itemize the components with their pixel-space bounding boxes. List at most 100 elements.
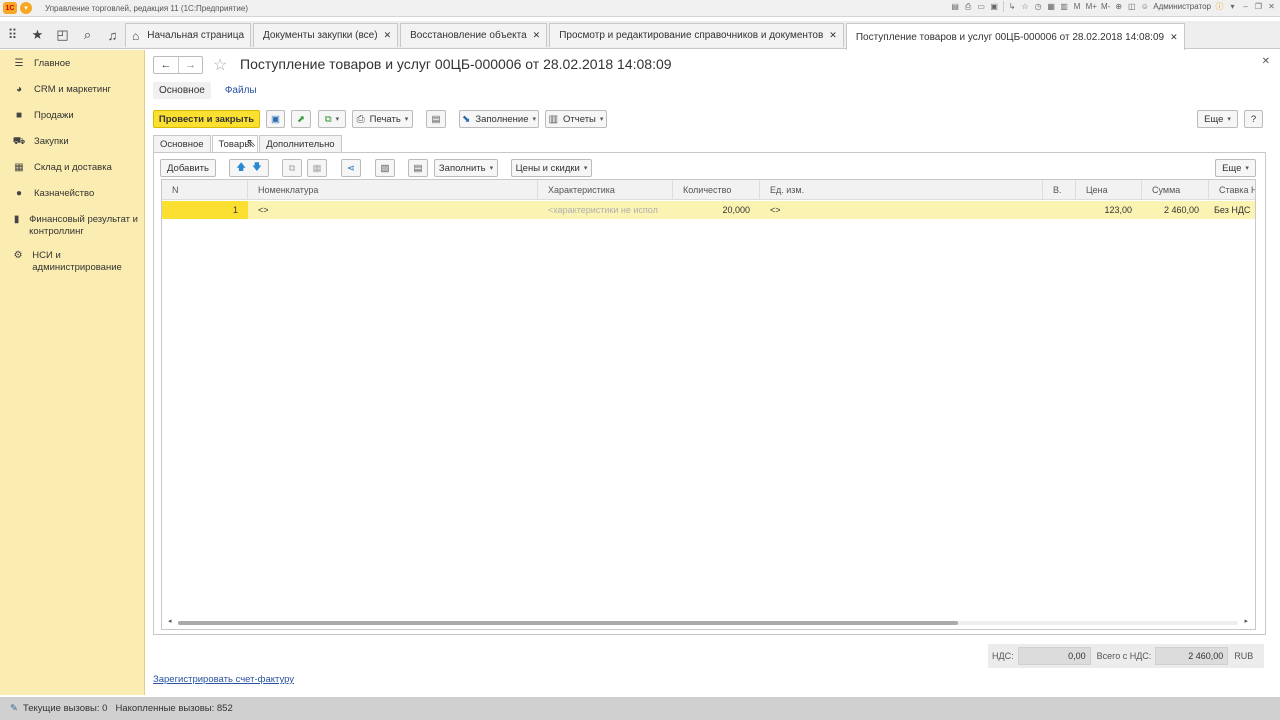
sidebar-item-sales[interactable]: ■ Продажи [0, 105, 144, 127]
tab-purchase-docs[interactable]: Документы закупки (все) ✕ [253, 23, 399, 47]
cell-sum[interactable]: 2 460,00 [1142, 201, 1209, 219]
print-icon[interactable]: ⎙ [964, 1, 973, 12]
copy-icon[interactable]: ⧉ [282, 159, 302, 177]
close-form-icon[interactable]: ✕ [1262, 56, 1270, 67]
memory-m-button[interactable]: M [1073, 1, 1082, 12]
col-characteristic[interactable]: Характеристика [538, 180, 673, 200]
minimize-icon[interactable]: – [1241, 1, 1250, 12]
sidebar-item-main[interactable]: ☰ Главное [0, 53, 144, 75]
save-icon[interactable]: ▣ [266, 110, 285, 128]
horizontal-scrollbar[interactable]: ◂ ▸ [168, 617, 1248, 626]
table-row[interactable]: 1 <> <характеристики не испол 20,000 <> … [162, 201, 1255, 219]
barcode-icon[interactable]: ▤ [408, 159, 428, 177]
print-button[interactable]: ⎙ Печать ▾ [352, 110, 413, 128]
save-icon[interactable]: ▣ [990, 1, 999, 12]
favorites-star-icon[interactable]: ★ [25, 21, 50, 49]
cell-v[interactable] [1043, 201, 1076, 219]
user-name[interactable]: Администратор [1153, 2, 1211, 11]
sidebar-item-warehouse[interactable]: ▦ Склад и доставка [0, 157, 144, 179]
close-tab-icon[interactable]: ✕ [384, 30, 392, 41]
memory-minus-button[interactable]: M- [1101, 1, 1110, 12]
split-icon[interactable]: ⋖ [341, 159, 361, 177]
close-icon[interactable]: ✕ [1267, 1, 1276, 12]
sidebar-item-purchases[interactable]: ⛟ Закупки [0, 131, 144, 153]
accumulated-calls: Накопленные вызовы: 852 [115, 703, 233, 714]
tab-restore-object[interactable]: Восстановление объекта ✕ [400, 23, 548, 47]
memory-plus-button[interactable]: M+ [1086, 1, 1097, 12]
favorite-star-icon[interactable]: ☆ [213, 55, 227, 75]
close-tab-icon[interactable]: ✕ [533, 30, 541, 41]
scroll-left-icon[interactable]: ◂ [168, 617, 172, 625]
cell-vat-rate[interactable]: Без НДС [1209, 201, 1255, 219]
close-tab-icon[interactable]: ✕ [1170, 32, 1178, 43]
scroll-right-icon[interactable]: ▸ [1244, 617, 1248, 625]
subtab-files[interactable]: Файлы [219, 82, 263, 99]
calendar-icon[interactable]: ▦ [1047, 1, 1056, 12]
tab-browse-edit[interactable]: Просмотр и редактирование справочников и… [549, 23, 844, 47]
create-based-on-button[interactable]: ⧉ ▾ [318, 110, 346, 128]
close-tab-icon[interactable]: ✕ [829, 30, 837, 41]
doc-icon[interactable]: ▤ [951, 1, 960, 12]
prices-discounts-button[interactable]: Цены и скидки ▾ [511, 159, 592, 177]
tab-home[interactable]: ⌂ Начальная страница [125, 23, 252, 47]
register-invoice-link[interactable]: Зарегистрировать счет-фактуру [153, 674, 294, 685]
col-sum[interactable]: Сумма [1142, 180, 1209, 200]
panels-icon[interactable]: ◫ [1127, 1, 1136, 12]
sidebar-item-treasury[interactable]: ● Казначейство [0, 183, 144, 205]
main-menu-button[interactable]: ▾ [20, 2, 32, 14]
paste-icon[interactable]: ▦ [307, 159, 327, 177]
move-up-down-buttons[interactable]: 🡅 🡇 [229, 159, 269, 177]
fill-button[interactable]: ⬊ Заполнение ▾ [459, 110, 539, 128]
subtab-main[interactable]: Основное [153, 82, 211, 99]
cell-characteristic[interactable]: <характеристики не испол [538, 201, 673, 219]
star-icon[interactable]: ☆ [1021, 1, 1030, 12]
reports-button[interactable]: ▥ Отчеты ▾ [545, 110, 607, 128]
help-button[interactable]: ? [1244, 110, 1263, 128]
cell-quantity[interactable]: 20,000 [673, 201, 760, 219]
sidebar-item-admin[interactable]: ⚙ НСИ и администрирование [0, 245, 144, 279]
col-n[interactable]: N [162, 180, 248, 200]
col-quantity[interactable]: Количество [673, 180, 760, 200]
window-title: Управление торговлей, редакция 11 (1С:Пр… [45, 3, 249, 13]
forward-arrow-icon[interactable]: → [178, 57, 202, 73]
movements-icon[interactable]: ▤ [426, 110, 446, 128]
back-arrow-icon[interactable]: ← [154, 57, 178, 73]
restore-icon[interactable]: ❐ [1254, 1, 1263, 12]
sidebar-item-crm[interactable]: ◕ CRM и маркетинг [0, 79, 144, 101]
zoom-icon[interactable]: ⊕ [1114, 1, 1123, 12]
sidebar-item-finance[interactable]: ▮ Финансовый результат и контроллинг [0, 209, 144, 243]
cell-unit[interactable]: <> [760, 201, 1043, 219]
history-icon[interactable]: ◰ [50, 21, 75, 49]
col-price[interactable]: Цена [1076, 180, 1142, 200]
cell-price[interactable]: 123,00 [1076, 201, 1142, 219]
col-vat-rate[interactable]: Ставка Н [1209, 180, 1255, 200]
scrollbar-thumb[interactable] [178, 621, 958, 625]
goods-table[interactable]: N Номенклатура Характеристика Количество… [161, 179, 1256, 630]
col-nomenclature[interactable]: Номенклатура [248, 180, 538, 200]
add-button[interactable]: Добавить [160, 159, 216, 177]
items-more-button[interactable]: Еще ▾ [1215, 159, 1256, 177]
fill-items-button[interactable]: Заполнить ▾ [434, 159, 498, 177]
preview-icon[interactable]: ▭ [977, 1, 986, 12]
calculator-icon[interactable]: ▥ [1060, 1, 1069, 12]
tab-main[interactable]: Основное [153, 135, 211, 152]
bell-icon[interactable]: ♫ [100, 21, 125, 49]
link-icon[interactable]: ↳ [1008, 1, 1017, 12]
col-unit[interactable]: Ед. изм. [760, 180, 1043, 200]
form-subtabs: Основное Файлы [153, 82, 263, 99]
tab-goods-receipt[interactable]: Поступление товаров и услуг 00ЦБ-000006 … [845, 23, 1185, 50]
cell-n[interactable]: 1 [162, 201, 248, 219]
post-and-close-button[interactable]: Провести и закрыть [153, 110, 260, 128]
select-icon[interactable]: ▧ [375, 159, 395, 177]
history-icon[interactable]: ◷ [1034, 1, 1043, 12]
post-icon[interactable]: ⬈ [291, 110, 311, 128]
apps-grid-icon[interactable]: ⠿ [0, 21, 25, 49]
tab-additional[interactable]: Дополнительно [259, 135, 342, 152]
more-button[interactable]: Еще ▾ [1197, 110, 1238, 128]
cell-item[interactable]: <> [248, 201, 538, 219]
chevron-down-icon[interactable]: ▾ [1228, 1, 1237, 12]
bar-chart-icon: ▮ [13, 214, 20, 225]
info-icon[interactable]: ⓘ [1215, 1, 1224, 12]
col-v[interactable]: В. [1043, 180, 1076, 200]
search-icon[interactable]: ⌕ [75, 21, 100, 49]
